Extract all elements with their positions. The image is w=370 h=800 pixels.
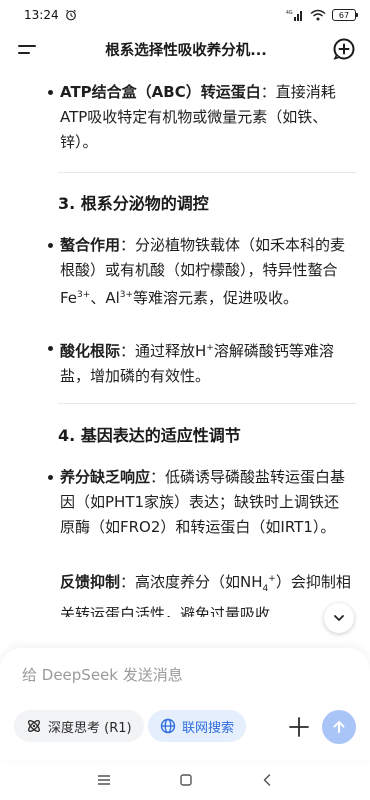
section-title-3: 3. 根系分泌物的调控 (58, 194, 209, 213)
battery-level: 67 (338, 10, 350, 20)
list-item-abc: ATP结合盒（ABC）转运蛋白：直接消耗ATP吸收特定有机物或微量元素（如铁、锌… (48, 80, 352, 155)
alarm-icon (65, 9, 76, 21)
feedback-text-a: ：高浓度养分（如NH (120, 573, 263, 591)
back-icon[interactable] (261, 773, 273, 787)
divider (58, 172, 356, 173)
message-input[interactable]: 给 DeepSeek 发送消息 (22, 664, 183, 685)
menu-icon[interactable] (18, 38, 40, 60)
chelation-sup-fe: 3+ (77, 290, 91, 300)
recent-apps-icon[interactable] (97, 774, 111, 786)
chelation-sup-al: 3+ (119, 290, 134, 300)
battery-icon: 67 (332, 9, 358, 21)
signal-icon: 4G (286, 10, 302, 21)
divider (58, 403, 356, 404)
deep-think-button[interactable]: 深度思考 (R1) (14, 710, 144, 742)
list-item-feedback: 反馈抑制：高浓度养分（如NH4+）会抑制相关转运蛋白活性，避免过量吸收 (60, 567, 352, 617)
web-search-button[interactable]: 联网搜索 (148, 710, 247, 742)
chelation-text-b: 、Al (90, 289, 120, 307)
status-bar: 13:24 4G 67 (0, 0, 370, 30)
new-chat-icon[interactable] (332, 37, 356, 61)
feedback-sub: 4 (262, 584, 269, 594)
arrow-up-icon (333, 721, 345, 733)
feedback-sup: + (268, 574, 276, 584)
conversation-title: 根系选择性吸收养分机... (105, 42, 267, 59)
section-title-4: 4. 基因表达的适应性调节 (58, 426, 241, 445)
atom-icon (28, 720, 40, 732)
scroll-down-button[interactable] (324, 603, 354, 633)
web-search-label: 联网搜索 (182, 720, 235, 736)
add-attachment-icon[interactable] (286, 714, 312, 740)
message-composer: 给 DeepSeek 发送消息 深度思考 (R1) 联网搜索 (0, 648, 370, 760)
system-nav-bar (0, 760, 370, 800)
chelation-term: 螯合作用 (60, 236, 121, 254)
deficiency-term: 养分缺乏响应 (60, 468, 151, 486)
chevron-down-icon (334, 615, 344, 621)
list-item-chelation: 螯合作用：分泌植物铁载体（如禾本科的麦根酸）或有机酸（如柠檬酸），特异性螯合Fe… (48, 233, 352, 311)
list-item-acidification: 酸化根际：通过释放H+溶解磷酸钙等难溶盐，增加磷的有效性。 (48, 336, 352, 389)
acidification-text-a: ：通过释放H (120, 342, 207, 360)
wifi-icon (310, 9, 326, 21)
feedback-term: 反馈抑制 (60, 573, 121, 591)
deep-think-label: 深度思考 (R1) (48, 720, 132, 736)
globe-icon (160, 718, 176, 734)
abc-term: ATP结合盒（ABC）转运蛋白 (60, 83, 261, 101)
acidification-sup: + (206, 343, 214, 353)
status-time: 13:24 (24, 8, 59, 22)
top-bar: 根系选择性吸收养分机... (0, 30, 370, 68)
network-label: 4G (286, 10, 293, 16)
send-button[interactable] (322, 710, 356, 744)
home-icon[interactable] (179, 773, 193, 787)
acidification-term: 酸化根际 (60, 342, 121, 360)
chelation-text-c: 等难溶元素，促进吸收。 (133, 289, 299, 307)
list-item-deficiency: 养分缺乏响应：低磷诱导磷酸盐转运蛋白基因（如PHT1家族）表达；缺铁时上调铁还原… (48, 465, 352, 540)
